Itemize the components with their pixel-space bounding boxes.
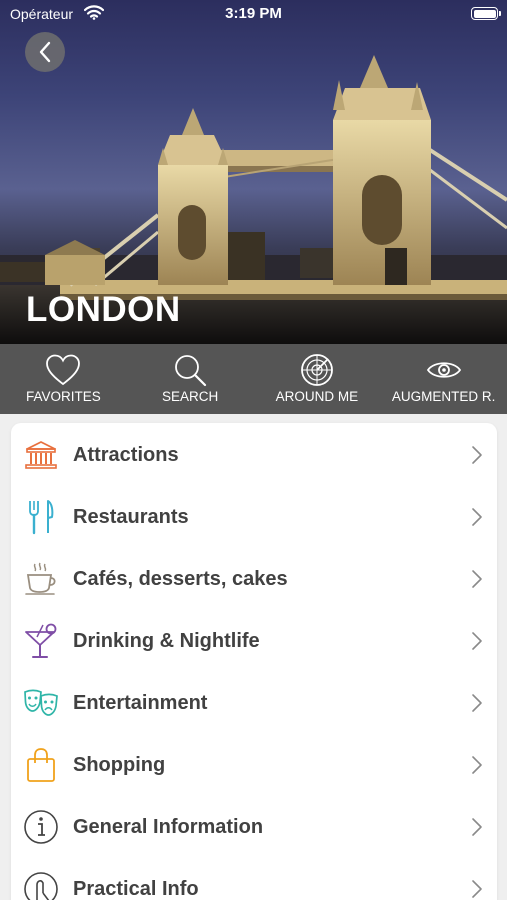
back-button[interactable] [25,32,65,72]
cocktail-icon [23,623,59,659]
category-list: Attractions Restaurants Cafés, desserts,… [11,423,497,900]
hero-image: Opérateur 3:19 PM LONDON [0,0,507,344]
status-time: 3:19 PM [225,5,282,22]
augmented-reality-button[interactable]: AUGMENTED R. [380,344,507,414]
chevron-right-icon [472,694,482,712]
category-label: General Information [73,815,264,838]
search-button[interactable]: SEARCH [127,344,254,414]
category-shopping[interactable]: Shopping [11,734,497,796]
heart-icon [46,354,81,386]
augmented-reality-label: AUGMENTED R. [391,389,496,404]
fork-knife-icon [23,499,59,535]
category-label: Practical Info [73,877,199,900]
category-label: Cafés, desserts, cakes [73,567,288,590]
category-label: Restaurants [73,505,189,528]
coffee-cup-icon [23,561,59,597]
monument-icon [23,437,59,473]
chevron-right-icon [472,880,482,898]
category-label: Drinking & Nightlife [73,629,260,652]
favorites-button[interactable]: FAVORITES [0,344,127,414]
category-label: Entertainment [73,691,208,714]
practical-info-icon [23,871,59,900]
category-drinking-nightlife[interactable]: Drinking & Nightlife [11,610,497,672]
around-me-button[interactable]: AROUND ME [254,344,381,414]
category-cafes[interactable]: Cafés, desserts, cakes [11,548,497,610]
chevron-right-icon [472,756,482,774]
search-icon [175,355,207,387]
category-entertainment[interactable]: Entertainment [11,672,497,734]
chevron-right-icon [472,446,482,464]
city-title: LONDON [26,290,181,329]
category-attractions[interactable]: Attractions [11,424,497,486]
chevron-right-icon [472,632,482,650]
toolbar: FAVORITES SEARCH AROUND ME AUGMENTED R. [0,344,507,414]
battery-icon [471,7,501,20]
favorites-label: FAVORITES [25,389,101,404]
search-label: SEARCH [161,389,219,404]
category-general-information[interactable]: General Information [11,796,497,858]
around-me-label: AROUND ME [275,389,359,404]
category-label: Attractions [73,443,179,466]
radar-icon [300,354,333,386]
info-icon [23,809,59,845]
chevron-left-icon [39,41,51,63]
chevron-right-icon [472,570,482,588]
category-practical-info[interactable]: Practical Info [11,858,497,900]
status-bar: Opérateur 3:19 PM [0,0,507,30]
chevron-right-icon [472,508,482,526]
category-label: Shopping [73,753,166,776]
category-restaurants[interactable]: Restaurants [11,486,497,548]
theater-masks-icon [23,685,59,721]
chevron-right-icon [472,818,482,836]
shopping-bag-icon [23,747,59,783]
eye-icon [426,362,461,378]
